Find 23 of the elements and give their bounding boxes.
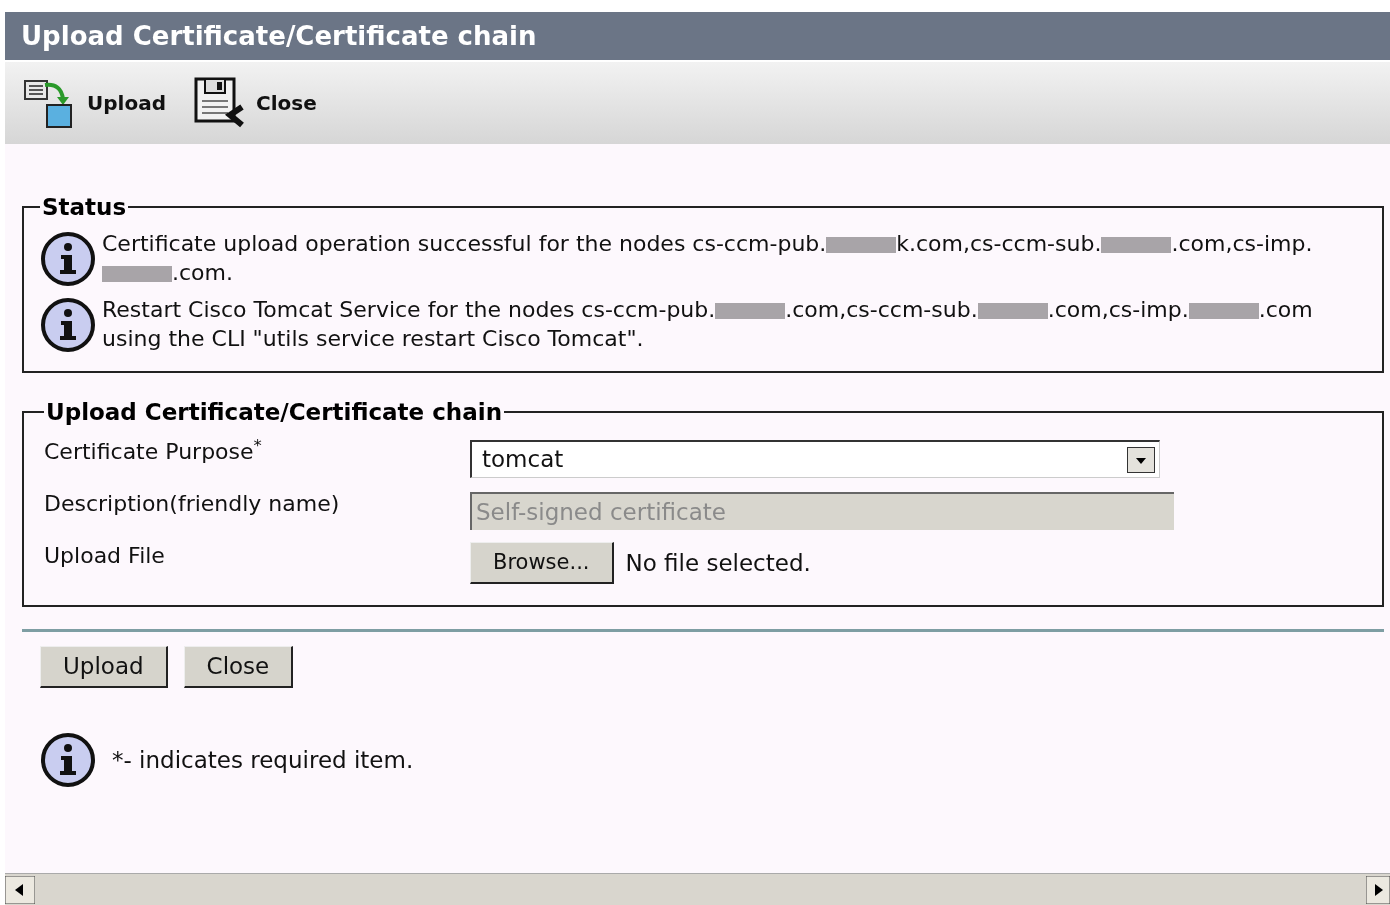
field-label: Upload File [44,542,166,570]
browse-button[interactable]: Browse... [470,542,614,584]
status-message: Restart Cisco Tomcat Service for the nodes cs-ccm-pub. .com,cs-ccm-sub. .com,cs-imp. .com using the CLI "utils service restart Cisco Tomcat". [102,295,1314,353]
close-button[interactable]: Close [183,646,294,688]
purpose-dropdown[interactable]: tomcat [470,440,1160,478]
status-message: Certificate upload operation successful for the nodes cs-ccm-pub. k.com,cs-ccm-sub. .com,cs-imp. .com. [102,229,1314,287]
scroll-left-icon[interactable] [5,875,35,904]
upload-button[interactable]: Upload [40,646,168,688]
section-legend: Status [40,190,129,225]
close-toolbar-button[interactable]: Close [193,77,317,129]
horizontal-scrollbar[interactable] [5,873,1390,905]
file-status: No file selected. [625,548,811,578]
scroll-right-icon[interactable] [1366,875,1390,904]
section-legend: Upload Certificate/Certificate chain [44,394,504,429]
field-label: Certificate Purpose$^{*}$ [44,434,263,466]
info-icon [40,230,96,287]
floppy-disk-icon[interactable] [193,77,246,129]
field-label: Description(friendly name) [44,490,341,518]
info-icon [40,296,96,353]
upload-toolbar-button[interactable]: Upload [23,77,166,129]
required-note: *- indicates required item. [112,745,414,775]
window-title: Upload Certificate/Certificate chain [21,19,537,53]
info-icon [40,732,96,788]
